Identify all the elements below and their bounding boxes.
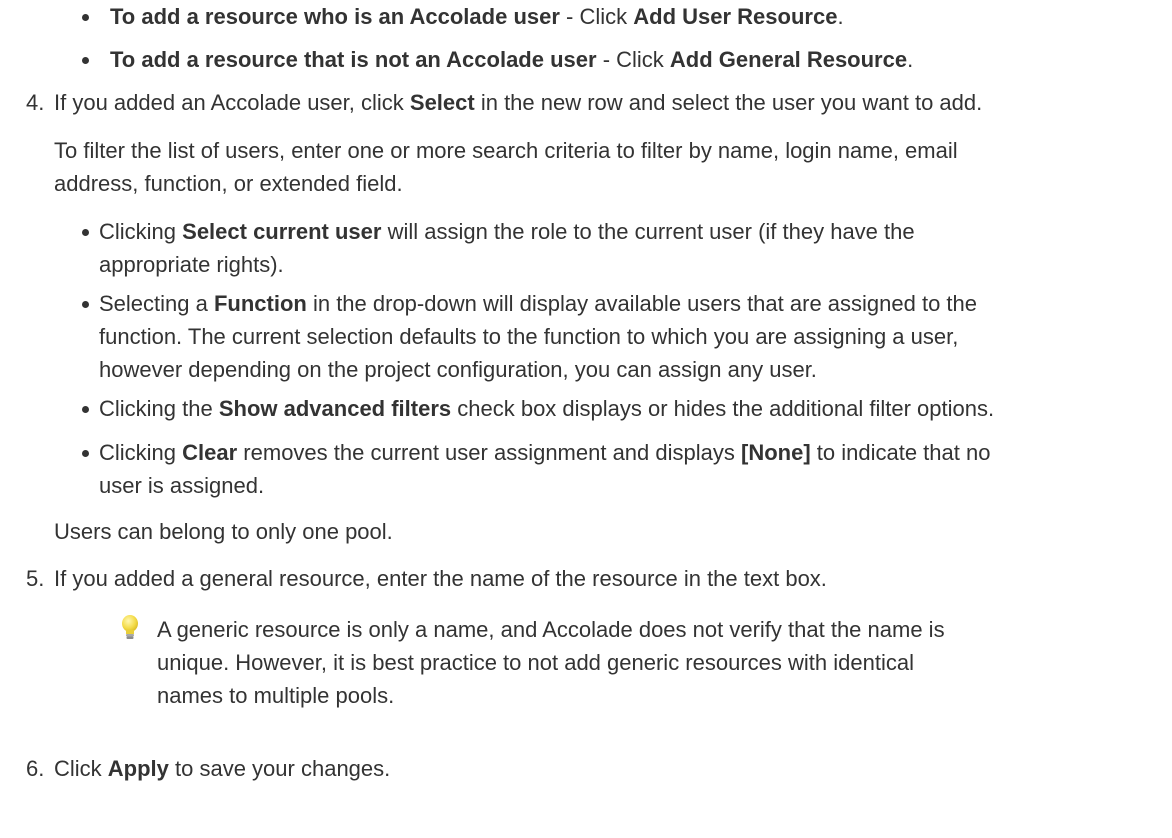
function-ref: Function [213, 291, 307, 316]
substep-item: To add a resource who is an Accolade use… [110, 4, 844, 29]
select-current-user-ref: Select current user [182, 219, 382, 244]
show-advanced-filters-ref: Show advanced filters [218, 396, 452, 421]
bullet-dot [82, 57, 89, 64]
filter-bullet-line: user is assigned. [99, 473, 265, 498]
step-text: If you added an Accolade user, click Sel… [54, 90, 983, 115]
step-number: 4. [26, 90, 45, 115]
step-text: Click Apply to save your changes. [54, 756, 391, 781]
filter-bullet-line: however depending on the project configu… [99, 357, 817, 382]
tip-text-line: names to multiple pools. [157, 683, 395, 708]
substep-title: To add a resource that is not an Accolad… [110, 47, 597, 72]
filter-paragraph-line: To filter the list of users, enter one o… [54, 138, 958, 163]
bullet-dot [82, 450, 89, 457]
step-number: 6. [26, 756, 45, 781]
filter-bullet: Clicking Select current user will assign… [99, 219, 915, 244]
tip-text-line: A generic resource is only a name, and A… [157, 617, 945, 642]
tip-text-line: unique. However, it is best practice to … [157, 650, 914, 675]
filter-bullet-line: function. The current selection defaults… [99, 324, 959, 349]
apply-ref: Apply [107, 756, 169, 781]
bullet-dot [82, 229, 89, 236]
step-text: If you added a general resource, enter t… [54, 566, 827, 591]
add-general-resource-ref: Add General Resource [669, 47, 908, 72]
substep-item: To add a resource that is not an Accolad… [110, 47, 914, 72]
substep-title: To add a resource who is an Accolade use… [110, 4, 560, 29]
filter-bullet: Selecting a Function in the drop-down wi… [99, 291, 978, 316]
step-number: 5. [26, 566, 45, 591]
filter-bullet: Clicking Clear removes the current user … [99, 440, 991, 465]
none-ref: [None] [741, 440, 811, 465]
clear-ref: Clear [182, 440, 238, 465]
filter-bullet: Clicking the Show advanced filters check… [99, 396, 995, 421]
bullet-dot [82, 14, 89, 21]
select-ref: Select [409, 90, 475, 115]
filter-bullet-line: appropriate rights). [99, 252, 284, 277]
lightbulb-icon [118, 614, 142, 642]
bullet-dot [82, 301, 89, 308]
filter-paragraph-line: address, function, or extended field. [54, 171, 403, 196]
add-user-resource-ref: Add User Resource [633, 4, 838, 29]
pool-note: Users can belong to only one pool. [54, 519, 393, 544]
bullet-dot [82, 406, 89, 413]
